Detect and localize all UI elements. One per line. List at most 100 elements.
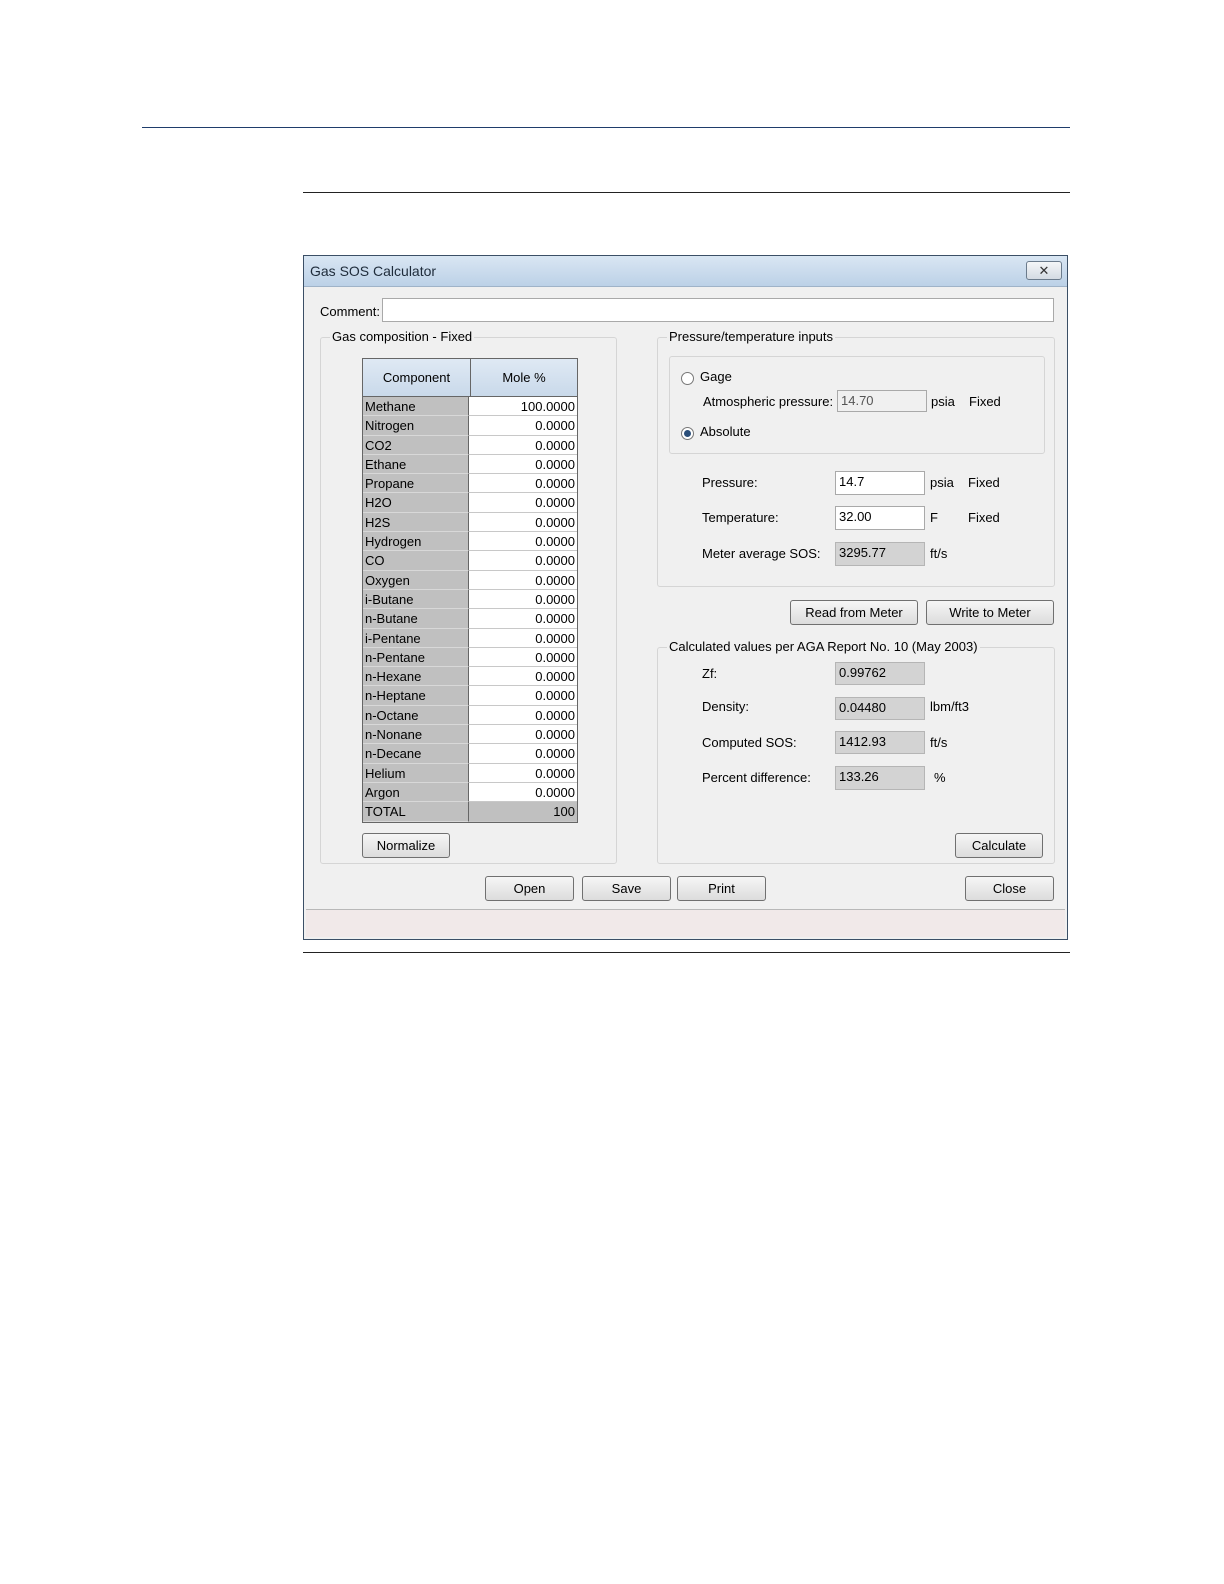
- window-title: Gas SOS Calculator: [310, 263, 437, 279]
- percent-difference-unit: %: [934, 770, 946, 785]
- computed-sos-unit: ft/s: [930, 735, 948, 750]
- table-row: H2O 0.0000: [363, 493, 577, 513]
- pressure-temperature-legend: Pressure/temperature inputs: [667, 329, 836, 344]
- title-bar[interactable]: Gas SOS Calculator ✕: [304, 256, 1067, 287]
- total-label: TOTAL: [363, 802, 469, 822]
- normalize-button[interactable]: Normalize: [362, 833, 450, 858]
- figure-bottom-rule: [303, 952, 1070, 953]
- atmospheric-pressure-mode[interactable]: Fixed: [969, 394, 1001, 409]
- table-row: H2S 0.0000: [363, 512, 577, 533]
- mole-percent-cell[interactable]: 0.0000: [469, 686, 577, 706]
- table-row: n-Pentane 0.0000: [363, 647, 577, 668]
- component-name: Hydrogen: [363, 532, 469, 552]
- pressure-mode-box: Gage Atmospheric pressure: 14.70 psia Fi…: [669, 356, 1045, 454]
- mole-percent-cell[interactable]: 0.0000: [469, 551, 577, 571]
- meter-average-sos-field: 3295.77: [835, 542, 925, 566]
- table-row: Ethane 0.0000: [363, 454, 577, 475]
- mole-percent-cell[interactable]: 0.0000: [469, 532, 577, 552]
- calculated-values-legend: Calculated values per AGA Report No. 10 …: [667, 639, 980, 654]
- table-row: n-Butane 0.0000: [363, 609, 577, 629]
- figure-top-rule: [303, 192, 1070, 193]
- component-name: n-Pentane: [363, 647, 469, 668]
- component-name: CO: [363, 551, 469, 571]
- pressure-unit: psia: [930, 475, 954, 490]
- mole-percent-cell[interactable]: 0.0000: [469, 725, 577, 745]
- component-name: Nitrogen: [363, 416, 469, 436]
- mole-percent-cell[interactable]: 0.0000: [469, 609, 577, 629]
- gas-sos-calculator-window: Gas SOS Calculator ✕ Comment: Gas compos…: [303, 255, 1068, 940]
- mole-percent-cell[interactable]: 0.0000: [469, 493, 577, 513]
- table-row: n-Heptane 0.0000: [363, 686, 577, 706]
- mole-percent-cell[interactable]: 0.0000: [469, 435, 577, 455]
- temperature-field[interactable]: 32.00: [835, 506, 925, 530]
- gage-label[interactable]: Gage: [700, 369, 732, 384]
- component-name: H2O: [363, 493, 469, 513]
- atmospheric-pressure-unit: psia: [931, 394, 955, 409]
- mole-percent-cell[interactable]: 0.0000: [469, 416, 577, 436]
- computed-sos-label: Computed SOS:: [702, 735, 797, 750]
- meter-average-sos-unit: ft/s: [930, 546, 948, 561]
- table-row-total: TOTAL 100: [363, 802, 577, 822]
- read-from-meter-button[interactable]: Read from Meter: [790, 600, 918, 625]
- comment-input[interactable]: [382, 298, 1054, 322]
- write-to-meter-button[interactable]: Write to Meter: [926, 600, 1054, 625]
- pressure-mode[interactable]: Fixed: [968, 475, 1000, 490]
- gas-composition-legend: Gas composition - Fixed: [330, 329, 475, 344]
- grid-header: Component Mole %: [363, 359, 577, 397]
- table-row: Oxygen 0.0000: [363, 570, 577, 590]
- atmospheric-pressure-field[interactable]: 14.70: [837, 390, 927, 412]
- temperature-mode[interactable]: Fixed: [968, 510, 1000, 525]
- mole-percent-cell[interactable]: 0.0000: [469, 628, 577, 648]
- dialog-body: Comment: Gas composition - Fixed Compone…: [304, 287, 1067, 939]
- atmospheric-pressure-label: Atmospheric pressure:: [703, 394, 834, 409]
- calculate-button[interactable]: Calculate: [955, 833, 1043, 858]
- table-row: Nitrogen 0.0000: [363, 416, 577, 436]
- computed-sos-field: 1412.93: [835, 731, 925, 754]
- mole-percent-cell[interactable]: 0.0000: [469, 667, 577, 687]
- component-name: Helium: [363, 763, 469, 783]
- table-row: CO2 0.0000: [363, 435, 577, 455]
- absolute-label[interactable]: Absolute: [700, 424, 751, 439]
- table-row: n-Nonane 0.0000: [363, 725, 577, 745]
- component-name: i-Butane: [363, 589, 469, 610]
- gage-radio[interactable]: [681, 372, 694, 385]
- density-label: Density:: [702, 699, 749, 714]
- column-header-component[interactable]: Component: [363, 359, 471, 396]
- component-name: i-Pentane: [363, 628, 469, 648]
- percent-difference-field: 133.26: [835, 766, 925, 790]
- mole-percent-cell[interactable]: 0.0000: [469, 744, 577, 764]
- mole-percent-cell[interactable]: 0.0000: [469, 782, 577, 803]
- mole-percent-cell[interactable]: 100.0000: [469, 397, 577, 417]
- pressure-label: Pressure:: [702, 475, 758, 490]
- component-name: Oxygen: [363, 570, 469, 590]
- component-name: Methane: [363, 397, 469, 417]
- zf-label: Zf:: [702, 666, 718, 681]
- mole-percent-cell[interactable]: 0.0000: [469, 570, 577, 590]
- mole-percent-cell[interactable]: 0.0000: [469, 474, 577, 494]
- mole-percent-cell[interactable]: 0.0000: [469, 589, 577, 610]
- table-row: i-Pentane 0.0000: [363, 628, 577, 648]
- mole-percent-cell[interactable]: 0.0000: [469, 763, 577, 783]
- table-row: i-Butane 0.0000: [363, 589, 577, 610]
- column-header-mole[interactable]: Mole %: [471, 359, 577, 396]
- meter-average-sos-label: Meter average SOS:: [702, 546, 821, 561]
- print-button[interactable]: Print: [677, 876, 766, 901]
- absolute-radio[interactable]: [681, 427, 694, 440]
- table-row: Methane 100.0000: [363, 397, 577, 417]
- mole-percent-cell[interactable]: 0.0000: [469, 454, 577, 475]
- grid-rows: Methane 100.0000 Nitrogen 0.0000 CO2 0.0000 Et…: [363, 397, 577, 803]
- pressure-field[interactable]: 14.7: [835, 471, 925, 495]
- save-button[interactable]: Save: [582, 876, 671, 901]
- page-header-rule: [142, 127, 1070, 128]
- table-row: Hydrogen 0.0000: [363, 532, 577, 552]
- table-row: Propane 0.0000: [363, 474, 577, 494]
- mole-percent-cell[interactable]: 0.0000: [469, 705, 577, 726]
- window-close-icon[interactable]: ✕: [1026, 261, 1062, 280]
- calculated-values-group: Calculated values per AGA Report No. 10 …: [657, 639, 1055, 864]
- component-name: n-Heptane: [363, 686, 469, 706]
- component-name: n-Butane: [363, 609, 469, 629]
- open-button[interactable]: Open: [485, 876, 574, 901]
- mole-percent-cell[interactable]: 0.0000: [469, 647, 577, 668]
- mole-percent-cell[interactable]: 0.0000: [469, 512, 577, 533]
- close-button[interactable]: Close: [965, 876, 1054, 901]
